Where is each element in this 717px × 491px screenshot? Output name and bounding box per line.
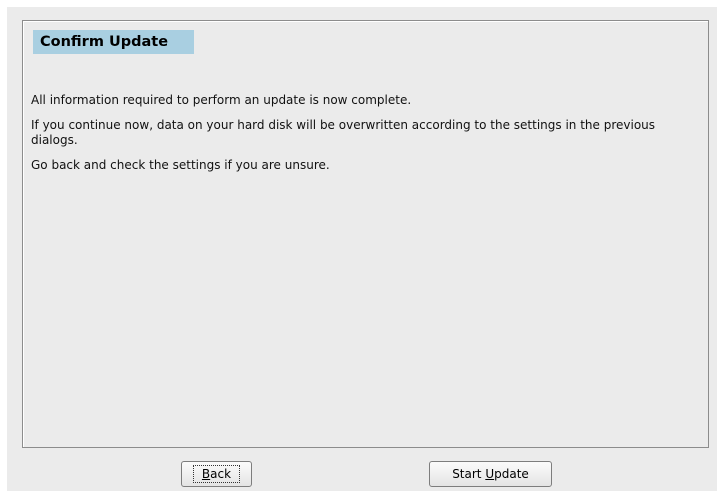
- message-paragraph-warning: If you continue now, data on your hard d…: [31, 118, 656, 147]
- start-update-button-prefix: Start: [452, 467, 486, 481]
- window-top-edge: [0, 0, 717, 7]
- dialog-message: All information required to perform an u…: [31, 93, 691, 183]
- start-update-button-label: Start Update: [452, 467, 529, 481]
- back-button[interactable]: Back: [181, 461, 252, 487]
- dialog-title: Confirm Update: [33, 30, 194, 54]
- message-paragraph-complete: All information required to perform an u…: [31, 93, 412, 107]
- back-button-label: Back: [192, 465, 241, 483]
- window-left-edge: [0, 0, 7, 491]
- start-update-button-mnemonic: U: [485, 467, 495, 481]
- start-update-button-label-rest: pdate: [494, 467, 529, 481]
- confirm-update-panel: Confirm Update All information required …: [22, 20, 709, 448]
- message-paragraph-check-settings: Go back and check the settings if you ar…: [31, 158, 330, 172]
- start-update-button[interactable]: Start Update: [429, 461, 552, 487]
- back-button-label-rest: ack: [210, 467, 232, 481]
- back-button-mnemonic: B: [201, 467, 211, 481]
